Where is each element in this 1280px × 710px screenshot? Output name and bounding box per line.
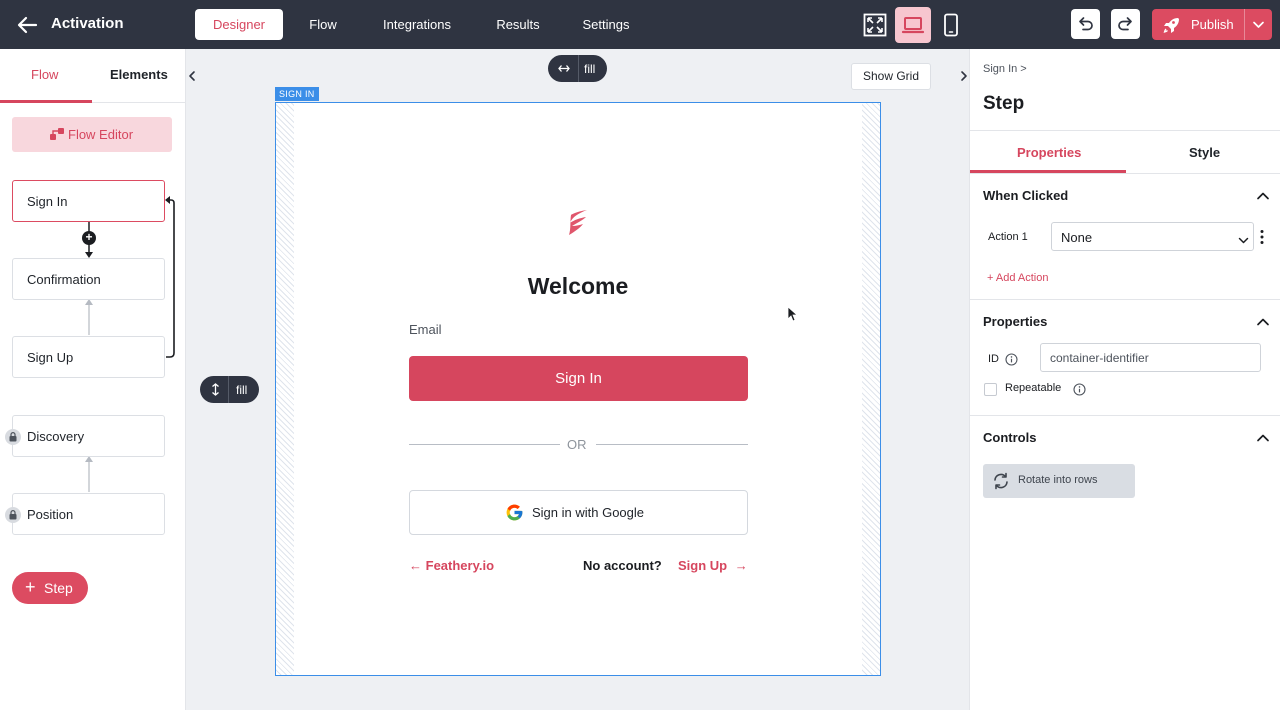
flow-node-label: Position [27,507,74,522]
divider-line-right [596,444,748,445]
height-fill-pill[interactable]: fill [200,376,259,403]
padding-hatch-right [862,103,880,675]
title-divider [970,130,1280,131]
id-label: ID [988,353,999,365]
fullscreen-icon[interactable] [857,7,893,43]
breadcrumb[interactable]: Sign In > [983,63,1027,75]
show-grid-button[interactable]: Show Grid [851,63,931,90]
google-sign-in-button[interactable]: Sign in with Google [409,490,748,535]
form-heading: Welcome [527,273,629,299]
mouse-cursor-icon [787,306,799,325]
step-canvas-frame[interactable]: Welcome Email Sign In OR Sign in with Go… [275,102,881,676]
top-bar: Activation Designer Flow Integrations Re… [0,0,1280,49]
add-step-button[interactable]: + Step [12,572,88,604]
action-label: Action 1 [988,231,1028,243]
chevron-up-icon[interactable] [1256,431,1270,448]
width-fill-pill[interactable]: fill [548,55,607,82]
publish-button[interactable]: Publish [1152,9,1272,40]
publish-divider [1244,9,1245,40]
divider-or-text: OR [567,437,587,452]
tab-properties[interactable]: Properties [1017,145,1081,160]
controls-heading: Controls [983,430,1037,445]
vertical-resize-icon [212,383,219,396]
flow-node-label: Sign Up [27,350,74,365]
flow-node-sign-in[interactable]: Sign In [12,180,165,222]
width-fill-label: fill [584,62,596,76]
info-icon[interactable] [1005,353,1018,366]
action-select-value: None [1061,230,1093,245]
rotate-into-rows-button[interactable]: Rotate into rows [983,464,1135,498]
flow-node-sign-up[interactable]: Sign Up [12,336,165,378]
panel-title: Step [983,93,1025,114]
left-panel: Flow Elements Flow Editor + Sign In Conf… [0,49,186,710]
flow-node-confirmation[interactable]: Confirmation [12,258,165,300]
section-divider [970,299,1280,300]
tab-designer[interactable]: Designer [195,9,283,40]
laptop-icon[interactable] [895,7,931,43]
sign-up-link[interactable]: Sign Up → [678,558,748,573]
flow-node-label: Sign In [27,194,68,209]
flow-node-position[interactable]: Position [12,493,165,535]
feathery-link[interactable]: ← Feathery.io [409,558,494,573]
no-account-text: No account? [583,558,662,573]
back-arrow-icon[interactable] [16,14,38,36]
rotate-label: Rotate into rows [1018,474,1098,486]
feathery-logo-icon [567,209,589,248]
chevron-down-icon[interactable] [1252,18,1265,34]
plus-icon: + [25,577,36,597]
chevron-down-icon [1238,233,1249,248]
padding-hatch-left [276,103,294,675]
right-panel: Sign In > Step Properties Style When Cli… [969,49,1280,710]
app-title: Activation [51,15,124,32]
tabs-divider [970,173,1280,174]
email-label: Email [409,322,442,337]
repeatable-label: Repeatable [1005,382,1062,394]
undo-icon[interactable] [1071,9,1100,39]
google-button-label: Sign in with Google [532,505,645,520]
height-fill-label: fill [236,383,248,397]
flow-node-label: Discovery [27,429,85,444]
add-action-link[interactable]: + Add Action [987,272,1048,284]
publish-label: Publish [1191,17,1234,32]
id-input[interactable] [1040,343,1261,372]
chevron-up-icon[interactable] [1256,315,1270,332]
tab-integrations[interactable]: Integrations [372,9,462,40]
flow-node-label: Confirmation [27,272,101,287]
tab-results[interactable]: Results [488,9,548,40]
redo-icon[interactable] [1111,9,1140,39]
lock-icon [5,429,21,445]
arrow-left-icon: ← [409,558,422,573]
step-frame-label: SIGN IN [275,87,319,101]
rocket-icon [1162,16,1180,37]
action-select[interactable]: None [1051,222,1254,251]
rotate-icon [992,472,1010,493]
sign-up-link-label: Sign Up [678,558,728,573]
horizontal-resize-icon [558,65,570,72]
section-divider [970,415,1280,416]
google-icon [505,503,524,525]
mobile-icon[interactable] [933,7,969,43]
feathery-link-label: Feathery.io [425,558,495,573]
add-step-label: Step [44,580,73,596]
repeatable-checkbox[interactable] [984,383,997,396]
properties-heading: Properties [983,314,1048,329]
chevron-up-icon[interactable] [1256,189,1270,206]
flow-node-discovery[interactable]: Discovery [12,415,165,457]
lock-icon [5,507,21,523]
more-options-icon[interactable] [1259,229,1265,245]
tab-flow[interactable]: Flow [298,9,348,40]
tab-settings[interactable]: Settings [574,9,638,40]
add-connection-icon[interactable]: + [82,231,96,245]
sign-in-button[interactable]: Sign In [409,356,748,401]
info-icon[interactable] [1073,383,1086,396]
when-clicked-heading: When Clicked [983,188,1069,203]
tab-style[interactable]: Style [1189,145,1220,160]
collapse-left-panel-icon[interactable] [186,68,200,84]
divider-line-left [409,444,560,445]
arrow-right-icon: → [734,558,748,573]
